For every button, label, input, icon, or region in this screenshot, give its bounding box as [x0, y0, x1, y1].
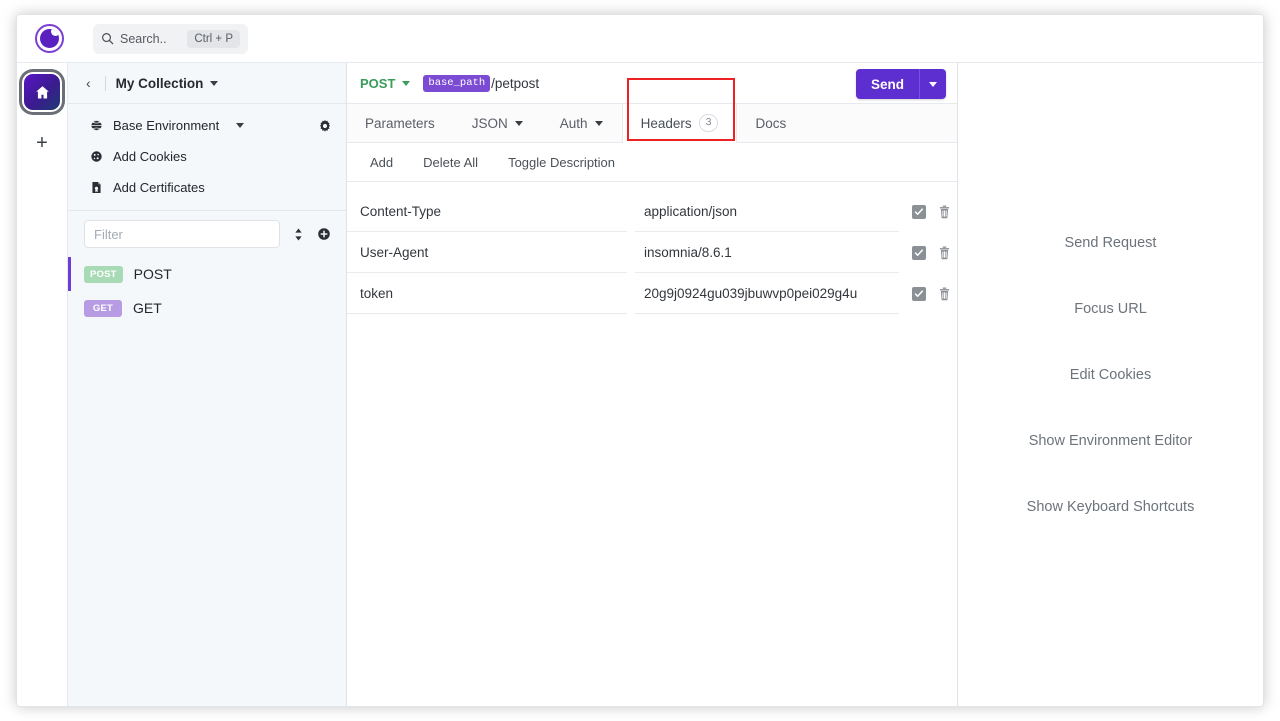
shortcut-send-request[interactable]: Send Request	[1065, 235, 1157, 251]
insomnia-logo-icon	[34, 24, 64, 53]
trash-icon[interactable]	[938, 205, 951, 219]
request-tabs: Parameters JSON Auth Headers 3 Docs	[347, 78, 957, 143]
header-name-input[interactable]: token	[347, 273, 627, 314]
app-window: Search.. Ctrl + P + ‹ My Collection Base…	[16, 14, 1264, 707]
tab-headers[interactable]: Headers 3	[621, 104, 738, 143]
method-dropdown[interactable]: POST	[360, 75, 411, 91]
filter-input[interactable]	[84, 220, 280, 248]
search-placeholder: Search..	[120, 31, 167, 46]
tab-docs[interactable]: Docs	[737, 104, 805, 142]
table-row: User-Agent insomnia/8.6.1	[347, 232, 957, 273]
add-workspace-button[interactable]: +	[28, 131, 56, 155]
tab-label: JSON	[471, 115, 508, 131]
main-body: + ‹ My Collection Base Environment Add C…	[17, 63, 1263, 706]
trash-icon[interactable]	[938, 287, 951, 301]
request-name: POST	[133, 266, 172, 282]
search-icon	[101, 32, 114, 45]
collection-name-label: My Collection	[115, 75, 204, 91]
header-value-input[interactable]: 20g9j0924gu039jbuwvp0pei029g4u	[635, 273, 899, 314]
cookie-icon	[89, 150, 103, 163]
tab-auth[interactable]: Auth	[542, 104, 622, 142]
chevron-down-icon	[402, 80, 411, 86]
checkbox-checked-icon[interactable]	[912, 204, 926, 219]
method-badge: GET	[84, 299, 122, 317]
header-value-text: 20g9j0924gu039jbuwvp0pei029g4u	[644, 285, 858, 301]
checkbox-checked-icon[interactable]	[912, 245, 926, 260]
tab-label: Parameters	[365, 115, 435, 131]
plus-circle-icon[interactable]	[316, 227, 332, 241]
sidebar: ‹ My Collection Base Environment Add Coo…	[68, 63, 347, 706]
send-options-button[interactable]	[919, 69, 946, 99]
chevron-down-icon	[236, 123, 245, 128]
headers-count-badge: 3	[698, 114, 719, 132]
headers-action-row: Add Delete All Toggle Description	[347, 143, 957, 182]
search-input[interactable]: Search.. Ctrl + P	[93, 23, 248, 54]
shortcut-show-environment-editor[interactable]: Show Environment Editor	[1029, 433, 1193, 449]
template-tag-base-path[interactable]: base_path	[423, 74, 491, 92]
sidebar-item-base-environment[interactable]: Base Environment	[68, 110, 346, 141]
collection-name[interactable]: My Collection	[116, 76, 219, 91]
checkbox-checked-icon[interactable]	[912, 286, 926, 301]
header-value-input[interactable]: application/json	[635, 191, 899, 232]
chevron-down-icon	[514, 120, 523, 126]
request-name: GET	[133, 300, 162, 316]
send-button-group: Send	[855, 69, 946, 99]
headers-table: Content-Type application/json User-Agent…	[347, 182, 957, 314]
sidebar-item-add-cookies[interactable]: Add Cookies	[68, 141, 346, 172]
environment-block: Base Environment Add Cookies Add Certifi…	[68, 104, 346, 211]
environment-label: Base Environment	[113, 118, 220, 133]
delete-all-headers-button[interactable]: Delete All	[413, 151, 488, 174]
request-list: POST POST GET GET	[68, 257, 346, 706]
search-shortcut-badge: Ctrl + P	[187, 29, 240, 48]
home-icon[interactable]	[24, 74, 60, 110]
request-pane: POST base_path/petpost Send Parameters J…	[347, 63, 958, 706]
shortcut-edit-cookies[interactable]: Edit Cookies	[1070, 367, 1151, 383]
certificate-icon	[89, 181, 103, 194]
chevron-left-icon[interactable]: ‹	[82, 76, 95, 90]
app-logo	[23, 15, 75, 63]
chevron-down-icon	[929, 81, 937, 87]
filter-row	[68, 211, 346, 257]
table-row: token 20g9j0924gu039jbuwvp0pei029g4u	[347, 273, 957, 314]
shortcut-show-keyboard-shortcuts[interactable]: Show Keyboard Shortcuts	[1027, 499, 1195, 515]
header-name-input[interactable]: User-Agent	[347, 232, 627, 273]
tab-json[interactable]: JSON	[454, 104, 542, 142]
gear-icon[interactable]	[318, 119, 332, 133]
trash-icon[interactable]	[938, 246, 951, 260]
header-name-input[interactable]: Content-Type	[347, 191, 627, 232]
toggle-description-button[interactable]: Toggle Description	[498, 151, 625, 174]
tab-label: Docs	[755, 115, 787, 131]
collection-header: ‹ My Collection	[68, 63, 346, 104]
sidebar-item-add-certificates[interactable]: Add Certificates	[68, 172, 346, 203]
tab-label: Auth	[559, 115, 588, 131]
url-path: /petpost	[491, 75, 540, 91]
add-header-button[interactable]: Add	[360, 151, 403, 174]
globe-icon	[89, 119, 103, 132]
send-button[interactable]: Send	[855, 69, 919, 99]
chevron-down-icon	[210, 80, 219, 86]
left-rail: +	[17, 63, 68, 706]
table-row: Content-Type application/json	[347, 191, 957, 232]
method-label: POST	[360, 75, 396, 91]
list-item[interactable]: POST POST	[68, 257, 346, 291]
method-badge: POST	[84, 265, 123, 283]
sidebar-link-label: Add Cookies	[113, 149, 187, 164]
list-item[interactable]: GET GET	[68, 291, 346, 325]
url-input[interactable]: base_path/petpost	[423, 74, 540, 92]
top-bar: Search.. Ctrl + P	[17, 15, 1263, 63]
shortcut-focus-url[interactable]: Focus URL	[1074, 301, 1147, 317]
divider	[104, 75, 106, 91]
tab-label: Headers	[640, 115, 692, 131]
header-value-input[interactable]: insomnia/8.6.1	[635, 232, 899, 273]
chevron-down-icon	[594, 120, 603, 126]
sidebar-link-label: Add Certificates	[113, 180, 205, 195]
tab-parameters[interactable]: Parameters	[347, 104, 454, 142]
url-bar: POST base_path/petpost Send	[347, 63, 957, 104]
sort-icon[interactable]	[290, 227, 306, 242]
response-pane-placeholder: Send Request Focus URL Edit Cookies Show…	[958, 63, 1263, 706]
